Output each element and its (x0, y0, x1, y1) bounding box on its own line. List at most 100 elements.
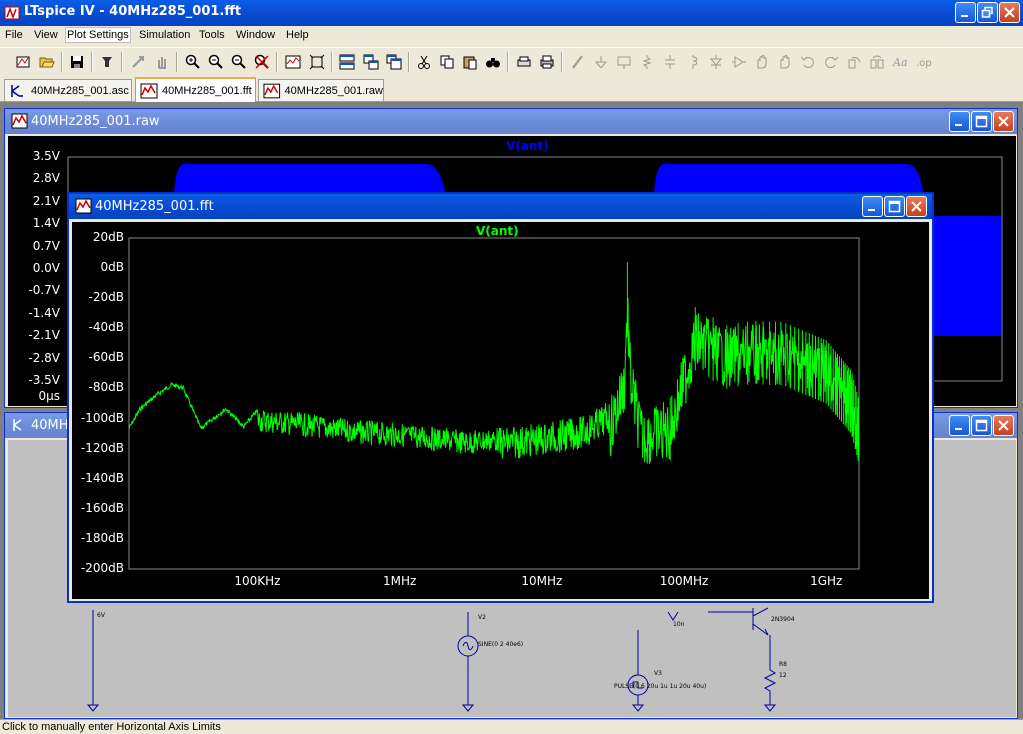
v2-value: SINE(0 2 40e6) (478, 641, 524, 648)
tab-label: 40MHz285_001.asc (31, 84, 129, 97)
tab-fft[interactable]: 40MHz285_001.fft (135, 77, 256, 102)
schematic-close-button[interactable] (993, 415, 1014, 436)
restore-icon (981, 6, 993, 18)
fft-maximize-button[interactable] (884, 196, 905, 217)
run-button[interactable] (128, 52, 148, 72)
tab-asc[interactable]: 40MHz285_001.asc (4, 79, 132, 101)
control-panel-button[interactable] (97, 52, 117, 72)
transistor-symbol[interactable] (708, 607, 769, 636)
zoom-extents-icon (309, 54, 325, 70)
menu-tools[interactable]: Tools (199, 29, 225, 41)
tab-label: 40MHz285_001.fft (162, 84, 252, 97)
zoom-fit-button[interactable] (229, 52, 249, 72)
zoom-in-button[interactable] (183, 52, 203, 72)
resistor-symbol[interactable] (763, 635, 777, 712)
spice-directive-button[interactable]: .op (913, 52, 933, 72)
open-button[interactable] (37, 52, 57, 72)
menu-help[interactable]: Help (286, 29, 309, 41)
print-button[interactable] (537, 52, 557, 72)
move-button[interactable] (752, 52, 772, 72)
drag-button[interactable] (775, 52, 795, 72)
diode-button[interactable] (706, 52, 726, 72)
new-schematic-button[interactable] (13, 52, 33, 72)
close-button[interactable] (999, 2, 1020, 23)
app-titlebar[interactable]: LTspice IV - 40MHz285_001.fft (0, 0, 1023, 26)
copy-icon (440, 55, 454, 69)
fft-trace-name[interactable]: V(ant) (476, 224, 519, 238)
component-button[interactable] (729, 52, 749, 72)
menu-file[interactable]: File (5, 29, 23, 41)
resistor-button[interactable] (637, 52, 657, 72)
find-button[interactable] (483, 52, 503, 72)
copy-button[interactable] (437, 52, 457, 72)
zoom-cancel-button[interactable] (252, 52, 272, 72)
menu-window[interactable]: Window (236, 29, 275, 41)
fft-y-tick: -100dB (80, 410, 124, 425)
wire-button[interactable] (568, 52, 588, 72)
raw-window-titlebar[interactable]: 40MHz285_001.raw (5, 109, 1017, 134)
move-icon (757, 55, 767, 69)
halt-button[interactable] (152, 52, 172, 72)
fft-trace[interactable] (128, 297, 860, 465)
label-icon (617, 56, 631, 69)
document-tabs: 40MHz285_001.asc 40MHz285_001.fft 40MHz2… (0, 76, 1023, 102)
autorange-button[interactable] (283, 52, 303, 72)
tab-raw[interactable]: 40MHz285_001.raw (258, 79, 384, 101)
raw-trace-name[interactable]: V(ant) (506, 139, 549, 153)
r8-label: R8 (779, 661, 787, 668)
print-setup-button[interactable] (514, 52, 534, 72)
raw-y-tick: 1.4V (32, 216, 60, 231)
mirror-button[interactable] (867, 52, 887, 72)
paste-button[interactable] (460, 52, 480, 72)
raw-y-tick: 2.1V (32, 193, 60, 208)
menu-simulation[interactable]: Simulation (139, 29, 190, 41)
restore-button[interactable] (977, 2, 998, 23)
tile-horizontal-button[interactable] (337, 52, 357, 72)
ground-symbol[interactable] (461, 656, 475, 712)
rotate-icon (848, 57, 861, 69)
fft-window-titlebar[interactable]: 40MHz285_001.fft (69, 194, 932, 219)
cascade-button[interactable] (361, 52, 381, 72)
fft-x-tick: 1MHz (382, 574, 417, 588)
fft-y-tick: -120dB (80, 440, 124, 455)
raw-maximize-button[interactable] (971, 111, 992, 132)
inductor-symbol[interactable] (667, 611, 679, 621)
undo-button[interactable] (798, 52, 818, 72)
r8-value: 12 (779, 672, 787, 679)
waveform-icon (75, 198, 92, 214)
schematic-maximize-button[interactable] (971, 415, 992, 436)
raw-minimize-button[interactable] (949, 111, 970, 132)
menu-view[interactable]: View (34, 29, 58, 41)
text-button[interactable]: Aa (890, 52, 910, 72)
fft-plot-pane[interactable]: V(ant) 20dB 0dB -20dB -40dB -60dB -80dB -100dB… (72, 222, 929, 599)
zoom-out-button[interactable] (206, 52, 226, 72)
raw-close-button[interactable] (993, 111, 1014, 132)
inductor-button[interactable] (683, 52, 703, 72)
label-button[interactable] (614, 52, 634, 72)
ground-icon (594, 56, 608, 69)
redo-button[interactable] (821, 52, 841, 72)
minimize-button[interactable] (955, 2, 976, 23)
mdi-workspace: 40MHz285_001.raw V(ant) 3.5V 2.8V 2.1V 1.4V… (0, 102, 1023, 719)
cut-icon (418, 55, 430, 69)
save-button[interactable] (67, 52, 87, 72)
fft-close-button[interactable] (906, 196, 927, 217)
fft-window-title: 40MHz285_001.fft (95, 199, 214, 214)
fft-x-tick: 10MHz (521, 574, 563, 588)
diode-icon (709, 55, 723, 69)
rotate-button[interactable] (844, 52, 864, 72)
status-bar: Click to manually enter Horizontal Axis … (0, 719, 1023, 734)
resistor-icon (642, 55, 652, 69)
zoom-extents-button[interactable] (307, 52, 327, 72)
schematic-minimize-button[interactable] (949, 415, 970, 436)
ground-button[interactable] (591, 52, 611, 72)
menu-plot-settings[interactable]: Plot Settings (65, 27, 131, 43)
arrange-button[interactable] (384, 52, 404, 72)
cut-button[interactable] (414, 52, 434, 72)
paste-icon (463, 56, 477, 70)
ground-symbol[interactable] (86, 704, 100, 712)
open-icon (39, 57, 55, 68)
ground-symbol[interactable] (631, 695, 645, 712)
fft-minimize-button[interactable] (862, 196, 883, 217)
capacitor-button[interactable] (660, 52, 680, 72)
